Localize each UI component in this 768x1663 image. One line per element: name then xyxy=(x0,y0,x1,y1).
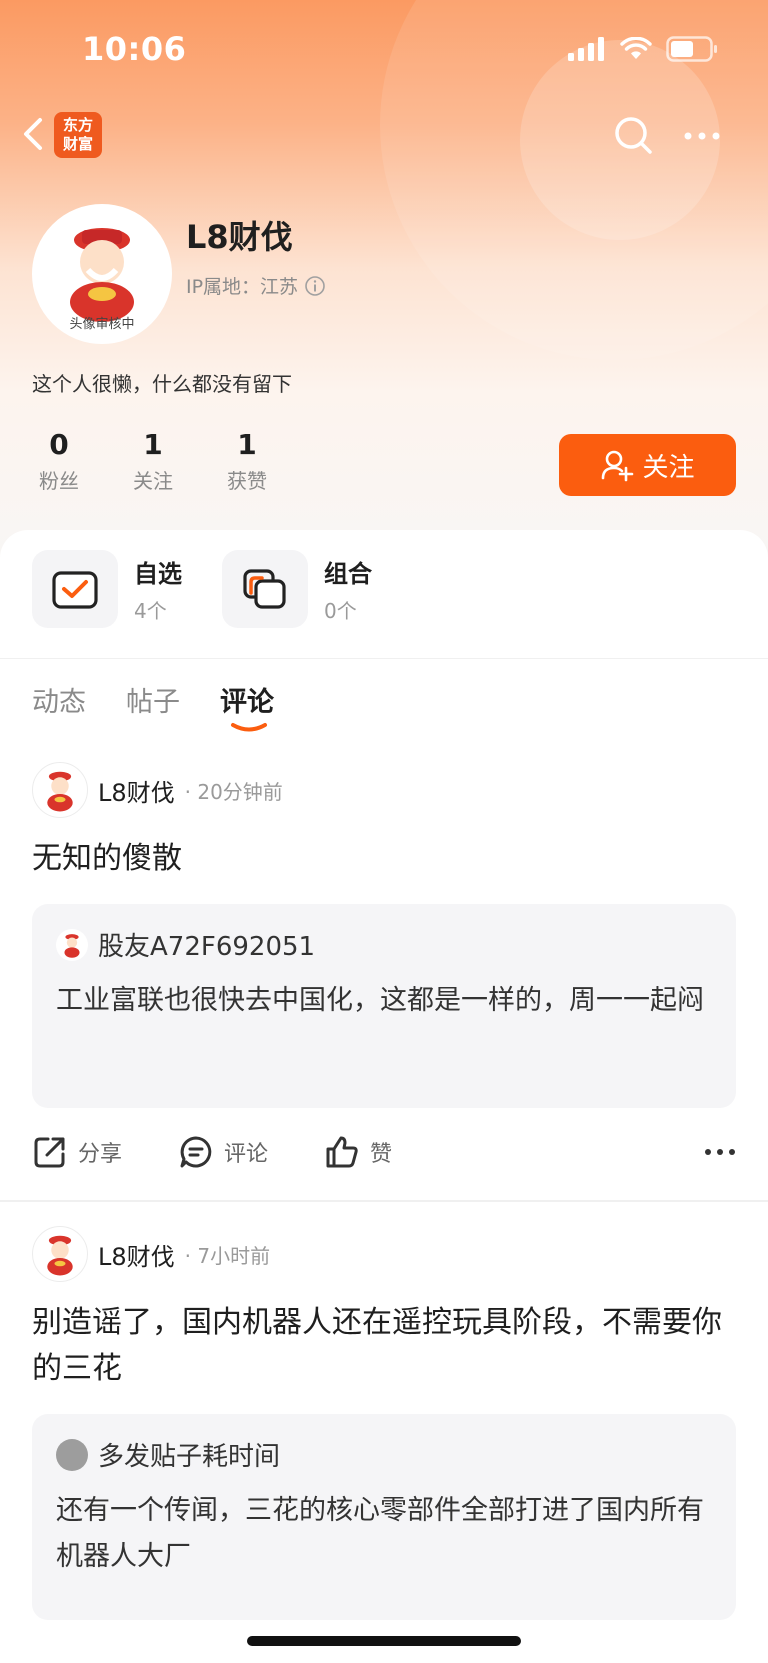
post-2-quote[interactable]: 多发贴子耗时间 还有一个传闻，三花的核心零部件全部打进了国内所有机器人大厂 xyxy=(32,1414,736,1620)
asset-watchlist[interactable]: 自选 4个 xyxy=(32,550,182,628)
stat-fans[interactable]: 0 粉丝 xyxy=(32,428,86,494)
thumbs-up-icon xyxy=(326,1136,358,1168)
follow-button[interactable]: 关注 xyxy=(559,434,736,496)
more-options-icon[interactable] xyxy=(680,118,724,154)
tab-activity[interactable]: 动态 xyxy=(32,680,86,719)
tab-comments-label: 评论 xyxy=(220,687,274,718)
home-indicator xyxy=(247,1636,521,1646)
asset-watchlist-title: 自选 xyxy=(134,560,182,588)
active-tab-indicator xyxy=(231,723,267,732)
search-icon[interactable] xyxy=(612,114,656,158)
avatar-review-caption: 头像审核中 xyxy=(69,317,135,332)
post-2-quote-text: 还有一个传闻，三花的核心零部件全部打进了国内所有机器人大厂 xyxy=(56,1495,704,1572)
comment-icon xyxy=(180,1136,212,1168)
battery-icon xyxy=(666,36,717,62)
post-2-quote-header: 多发贴子耗时间 xyxy=(56,1436,280,1473)
like-label: 赞 xyxy=(370,1142,393,1167)
post-2-header: L8财伐 · 7小时前 xyxy=(32,1226,270,1282)
post-1-share-button[interactable]: 分享 xyxy=(32,1134,122,1170)
post-2-quote-author: 多发贴子耗时间 xyxy=(98,1442,281,1472)
info-icon[interactable] xyxy=(304,275,326,297)
post-1-actions: 分享 评论 赞 xyxy=(32,1134,736,1170)
post-1-avatar[interactable] xyxy=(32,762,88,818)
asset-portfolio[interactable]: 组合 0个 xyxy=(222,550,372,628)
asset-watchlist-count: 4个 xyxy=(134,599,167,623)
cellular-signal-icon xyxy=(568,37,604,61)
status-bar: 10:06 xyxy=(0,0,768,100)
portfolio-icon xyxy=(222,550,308,628)
profile-stats: 0 粉丝 1 关注 1 获赞 xyxy=(32,428,274,494)
watchlist-icon xyxy=(32,550,118,628)
fortune-god-avatar-icon xyxy=(64,933,80,958)
stat-fans-label: 粉丝 xyxy=(39,469,79,493)
post-2-time: · 7小时前 xyxy=(184,1243,271,1268)
post-1-quote-header: 股友A72F692051 xyxy=(56,926,315,963)
status-time: 10:06 xyxy=(82,30,187,68)
section-divider xyxy=(0,658,768,659)
post-1-comment-button[interactable]: 评论 xyxy=(178,1134,268,1170)
fortune-god-avatar-icon xyxy=(47,771,73,812)
post-1-like-button[interactable]: 赞 xyxy=(324,1134,392,1170)
post-1-text[interactable]: 无知的傻散 xyxy=(32,836,732,882)
post-1-quote-author: 股友A72F692051 xyxy=(98,932,316,962)
stat-following[interactable]: 1 关注 xyxy=(126,428,180,494)
stat-following-label: 关注 xyxy=(133,469,173,493)
profile-bio: 这个人很懒，什么都没有留下 xyxy=(32,372,292,396)
tab-posts[interactable]: 帖子 xyxy=(126,680,180,719)
status-icons xyxy=(568,36,718,62)
post-1-quote-text: 工业富联也很快去中国化，这都是一样的，周一一起闷 xyxy=(56,985,704,1016)
post-1-more-icon[interactable] xyxy=(704,1147,736,1157)
profile-tabs: 动态 帖子 评论 xyxy=(32,680,274,732)
post-1-quote[interactable]: 股友A72F692051 工业富联也很快去中国化，这都是一样的，周一一起闷 xyxy=(32,904,736,1108)
ip-location-text: IP属地：江苏 xyxy=(186,276,299,298)
stat-fans-value: 0 xyxy=(49,428,69,461)
stat-following-value: 1 xyxy=(143,428,163,461)
add-user-icon xyxy=(602,450,634,482)
post-1-time: · 20分钟前 xyxy=(184,779,283,804)
stat-likes-value: 1 xyxy=(237,428,257,461)
tab-comments[interactable]: 评论 xyxy=(220,680,274,732)
ip-location: IP属地：江苏 xyxy=(186,272,326,299)
profile-name: L8财伐 xyxy=(186,218,293,256)
fortune-god-avatar-icon xyxy=(47,1235,73,1276)
post-1-quote-avatar xyxy=(56,928,88,961)
post-2-author[interactable]: L8财伐 xyxy=(98,1237,175,1272)
comment-label: 评论 xyxy=(224,1142,269,1167)
wifi-icon xyxy=(620,37,652,59)
post-divider xyxy=(0,1200,768,1202)
logo-text-line2: 财富 xyxy=(62,135,93,153)
post-1-author[interactable]: L8财伐 xyxy=(98,773,175,808)
stat-likes-label: 获赞 xyxy=(227,469,267,493)
asset-portfolio-count: 0个 xyxy=(324,599,357,623)
top-navigation: 东方 财富 xyxy=(0,100,768,170)
share-label: 分享 xyxy=(78,1142,123,1167)
post-2-text[interactable]: 别造谣了，国内机器人还在遥控玩具阶段，不需要你的三花 xyxy=(32,1300,732,1392)
follow-button-label: 关注 xyxy=(642,452,695,483)
post-1-header: L8财伐 · 20分钟前 xyxy=(32,762,283,818)
post-2-avatar[interactable] xyxy=(32,1226,88,1282)
asset-portfolio-title: 组合 xyxy=(324,560,372,588)
profile-avatar[interactable]: 头像审核中 xyxy=(32,204,172,344)
share-icon xyxy=(34,1137,65,1168)
post-2-quote-avatar xyxy=(56,1438,88,1471)
asset-shortcuts: 自选 4个 组合 0个 xyxy=(32,550,372,628)
logo-text-line1: 东方 xyxy=(62,116,93,134)
back-arrow-icon[interactable] xyxy=(18,114,48,154)
app-logo: 东方 财富 xyxy=(54,112,102,158)
stat-likes[interactable]: 1 获赞 xyxy=(220,428,274,494)
